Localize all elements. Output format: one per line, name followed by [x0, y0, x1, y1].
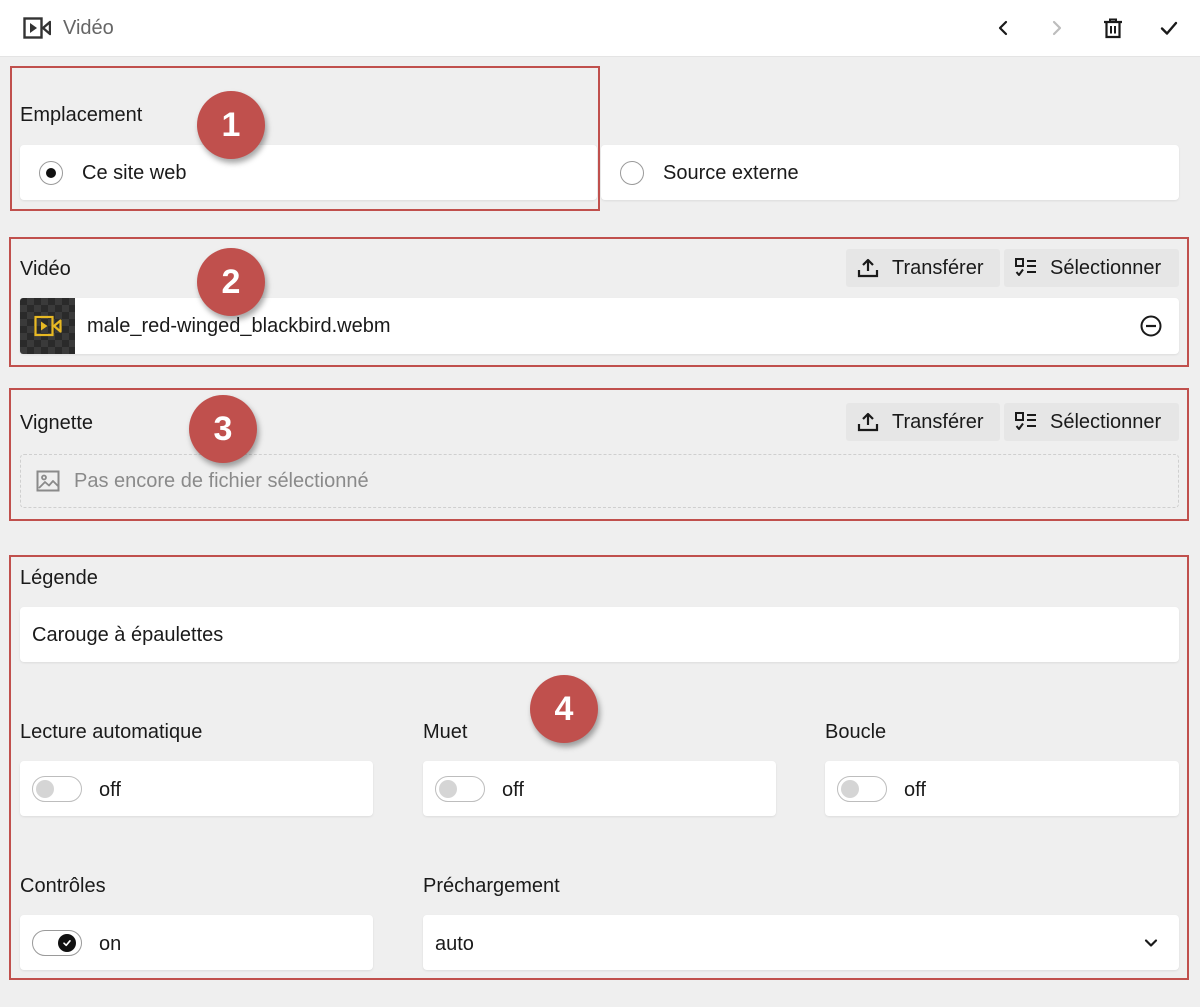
video-upload-button[interactable]: Transférer [846, 249, 1000, 287]
remove-file-icon[interactable] [1139, 314, 1163, 338]
toggle-knob [841, 780, 859, 798]
controls-state: on [99, 933, 122, 955]
thumbnail-label: Vignette [20, 412, 94, 434]
toggle-knob [439, 780, 457, 798]
check-icon [63, 939, 71, 947]
check-icon [1160, 21, 1178, 35]
thumbnail-dropzone[interactable]: Pas encore de fichier sélectionné [20, 454, 1179, 508]
previous-button[interactable] [987, 12, 1019, 44]
chevron-down-icon [1144, 939, 1158, 947]
video-file-icon [33, 315, 62, 337]
autoplay-field[interactable]: off [20, 761, 373, 816]
annotation-badge-4: 4 [530, 675, 598, 743]
confirm-button[interactable] [1153, 12, 1185, 44]
video-select-label: Sélectionner [1050, 256, 1162, 279]
video-thumbnail [20, 298, 75, 354]
muted-toggle[interactable] [435, 776, 485, 802]
controls-toggle[interactable] [32, 930, 82, 956]
radio-external[interactable] [620, 161, 644, 185]
muted-label: Muet [423, 721, 468, 743]
thumbnail-upload-button[interactable]: Transférer [846, 403, 1000, 441]
controls-field[interactable]: on [20, 915, 373, 970]
thumbnail-upload-label: Transférer [892, 410, 984, 433]
loop-state: off [904, 779, 926, 801]
next-button[interactable] [1041, 12, 1073, 44]
chevron-left-icon [998, 20, 1008, 36]
preload-select[interactable]: auto [423, 915, 1179, 970]
caption-label: Légende [20, 567, 98, 589]
upload-icon [857, 412, 879, 432]
muted-state: off [502, 779, 524, 801]
thumbnail-select-button[interactable]: Sélectionner [1004, 403, 1179, 441]
loop-field[interactable]: off [825, 761, 1179, 816]
block-header: Vidéo [0, 0, 1200, 57]
toggle-knob [36, 780, 54, 798]
video-icon [23, 17, 51, 39]
loop-toggle[interactable] [837, 776, 887, 802]
caption-value: Carouge à épaulettes [32, 624, 224, 646]
toggle-knob [58, 934, 76, 952]
thumbnail-empty-text: Pas encore de fichier sélectionné [74, 470, 369, 492]
autoplay-state: off [99, 779, 121, 801]
location-option-site[interactable]: Ce site web [20, 145, 597, 200]
video-filename: male_red-winged_blackbird.webm [87, 315, 391, 337]
preload-label: Préchargement [423, 875, 560, 897]
annotation-badge-3: 3 [189, 395, 257, 463]
video-upload-label: Transférer [892, 256, 984, 279]
trash-icon [1104, 18, 1122, 39]
delete-button[interactable] [1097, 12, 1129, 44]
annotation-badge-2: 2 [197, 248, 265, 316]
annotation-badge-1: 1 [197, 91, 265, 159]
video-select-button[interactable]: Sélectionner [1004, 249, 1179, 287]
location-option-external[interactable]: Source externe [601, 145, 1179, 200]
autoplay-label: Lecture automatique [20, 721, 203, 743]
caption-input[interactable]: Carouge à épaulettes [20, 607, 1179, 662]
controls-label: Contrôles [20, 875, 106, 897]
upload-icon [857, 258, 879, 278]
preload-value: auto [435, 933, 474, 955]
muted-field[interactable]: off [423, 761, 776, 816]
option-external-label: Source externe [663, 162, 799, 184]
location-label: Emplacement [20, 104, 143, 126]
autoplay-toggle[interactable] [32, 776, 82, 802]
video-file-row[interactable]: male_red-winged_blackbird.webm [20, 298, 1179, 354]
video-label: Vidéo [20, 258, 71, 280]
checklist-icon [1015, 258, 1036, 276]
radio-site[interactable] [39, 161, 63, 185]
thumbnail-select-label: Sélectionner [1050, 410, 1162, 433]
image-icon [36, 470, 60, 492]
block-title: Vidéo [63, 17, 114, 39]
loop-label: Boucle [825, 721, 887, 743]
chevron-right-icon [1052, 20, 1062, 36]
checklist-icon [1015, 412, 1036, 430]
option-site-label: Ce site web [82, 162, 187, 184]
